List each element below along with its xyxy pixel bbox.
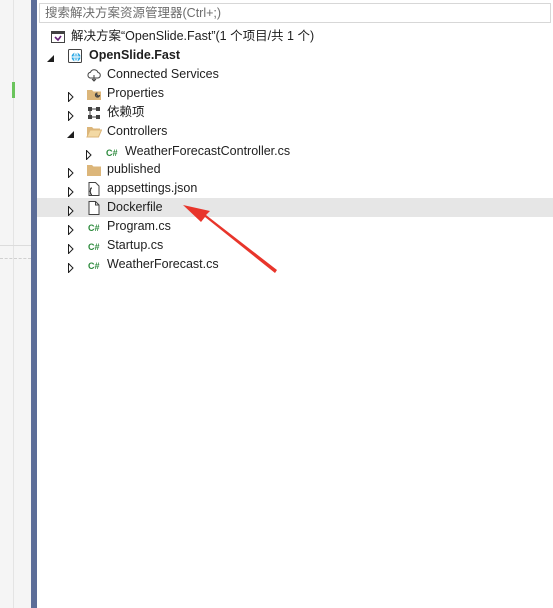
tree-item-label: Properties	[107, 86, 164, 100]
collapsed-arrow-icon[interactable]	[66, 241, 76, 255]
tree-row-appsettings[interactable]: appsettings.json	[37, 179, 553, 198]
tree-item-label: appsettings.json	[107, 181, 198, 195]
tree-row-solution[interactable]: 解决方案“OpenSlide.Fast”(1 个项目/共 1 个)	[37, 27, 553, 46]
json-file-icon	[86, 181, 102, 197]
csharp-file-icon: C#	[105, 144, 121, 160]
tree-row-program[interactable]: C# Program.cs	[37, 217, 553, 236]
solution-explorer: 搜索解决方案资源管理器(Ctrl+;) 解决方案“OpenSlide.Fast”…	[37, 0, 553, 608]
expanded-arrow-icon[interactable]	[46, 51, 56, 62]
search-input[interactable]: 搜索解决方案资源管理器(Ctrl+;)	[39, 3, 551, 23]
tree-row-startup[interactable]: C# Startup.cs	[37, 236, 553, 255]
collapsed-arrow-icon[interactable]	[66, 108, 76, 122]
tree-item-label: 依赖项	[107, 105, 145, 119]
collapsed-arrow-icon[interactable]	[66, 89, 76, 103]
tree-row-connected-services[interactable]: Connected Services	[37, 65, 553, 84]
csharp-file-icon: C#	[87, 219, 103, 235]
tree-item-label: Controllers	[107, 124, 168, 138]
tree-item-label: WeatherForecast.cs	[107, 257, 219, 271]
csharp-badge: C#	[88, 223, 100, 233]
tree-row-dependencies[interactable]: 依赖项	[37, 103, 553, 122]
tree-row-weatherforecastcontroller[interactable]: C# WeatherForecastController.cs	[37, 142, 553, 161]
file-icon	[86, 200, 102, 216]
expanded-arrow-icon[interactable]	[66, 127, 76, 138]
collapsed-arrow-icon[interactable]	[66, 222, 76, 236]
tree-item-label: Program.cs	[107, 219, 171, 233]
csharp-badge: C#	[106, 148, 118, 158]
csharp-badge: C#	[88, 242, 100, 252]
editor-left-pane	[0, 0, 31, 608]
tree-row-weatherforecast[interactable]: C# WeatherForecast.cs	[37, 255, 553, 274]
collapsed-arrow-icon[interactable]	[66, 260, 76, 274]
solution-label: 解决方案“OpenSlide.Fast”(1 个项目/共 1 个)	[71, 29, 315, 43]
collapsed-arrow-icon[interactable]	[66, 203, 76, 217]
change-indicator	[12, 82, 15, 98]
project-label: OpenSlide.Fast	[89, 48, 180, 62]
csharp-file-icon: C#	[87, 257, 103, 273]
tree-row-controllers[interactable]: Controllers	[37, 122, 553, 141]
tree-item-label: Startup.cs	[107, 238, 164, 252]
properties-folder-icon	[86, 86, 102, 102]
tree-row-properties[interactable]: Properties	[37, 84, 553, 103]
tree-row-dockerfile[interactable]: Dockerfile	[37, 198, 553, 217]
tree-item-label: WeatherForecastController.cs	[125, 144, 291, 158]
csharp-badge: C#	[88, 261, 100, 271]
folder-icon	[86, 162, 102, 178]
tree-item-label: published	[107, 162, 161, 176]
editor-divider	[0, 245, 31, 246]
open-folder-icon	[86, 124, 103, 140]
tree-row-project[interactable]: OpenSlide.Fast	[37, 46, 553, 65]
dependencies-icon	[86, 105, 102, 121]
tree-item-label: Connected Services	[107, 67, 219, 81]
editor-dotted-divider	[0, 258, 31, 259]
web-project-icon	[67, 48, 83, 64]
tree-item-label: Dockerfile	[107, 200, 163, 214]
csharp-file-icon: C#	[87, 238, 103, 254]
collapsed-arrow-icon[interactable]	[66, 165, 76, 179]
connected-services-icon	[86, 67, 102, 83]
tree-row-published[interactable]: published	[37, 160, 553, 179]
solution-icon	[50, 29, 66, 45]
collapsed-arrow-icon[interactable]	[66, 184, 76, 198]
collapsed-arrow-icon[interactable]	[84, 147, 94, 161]
